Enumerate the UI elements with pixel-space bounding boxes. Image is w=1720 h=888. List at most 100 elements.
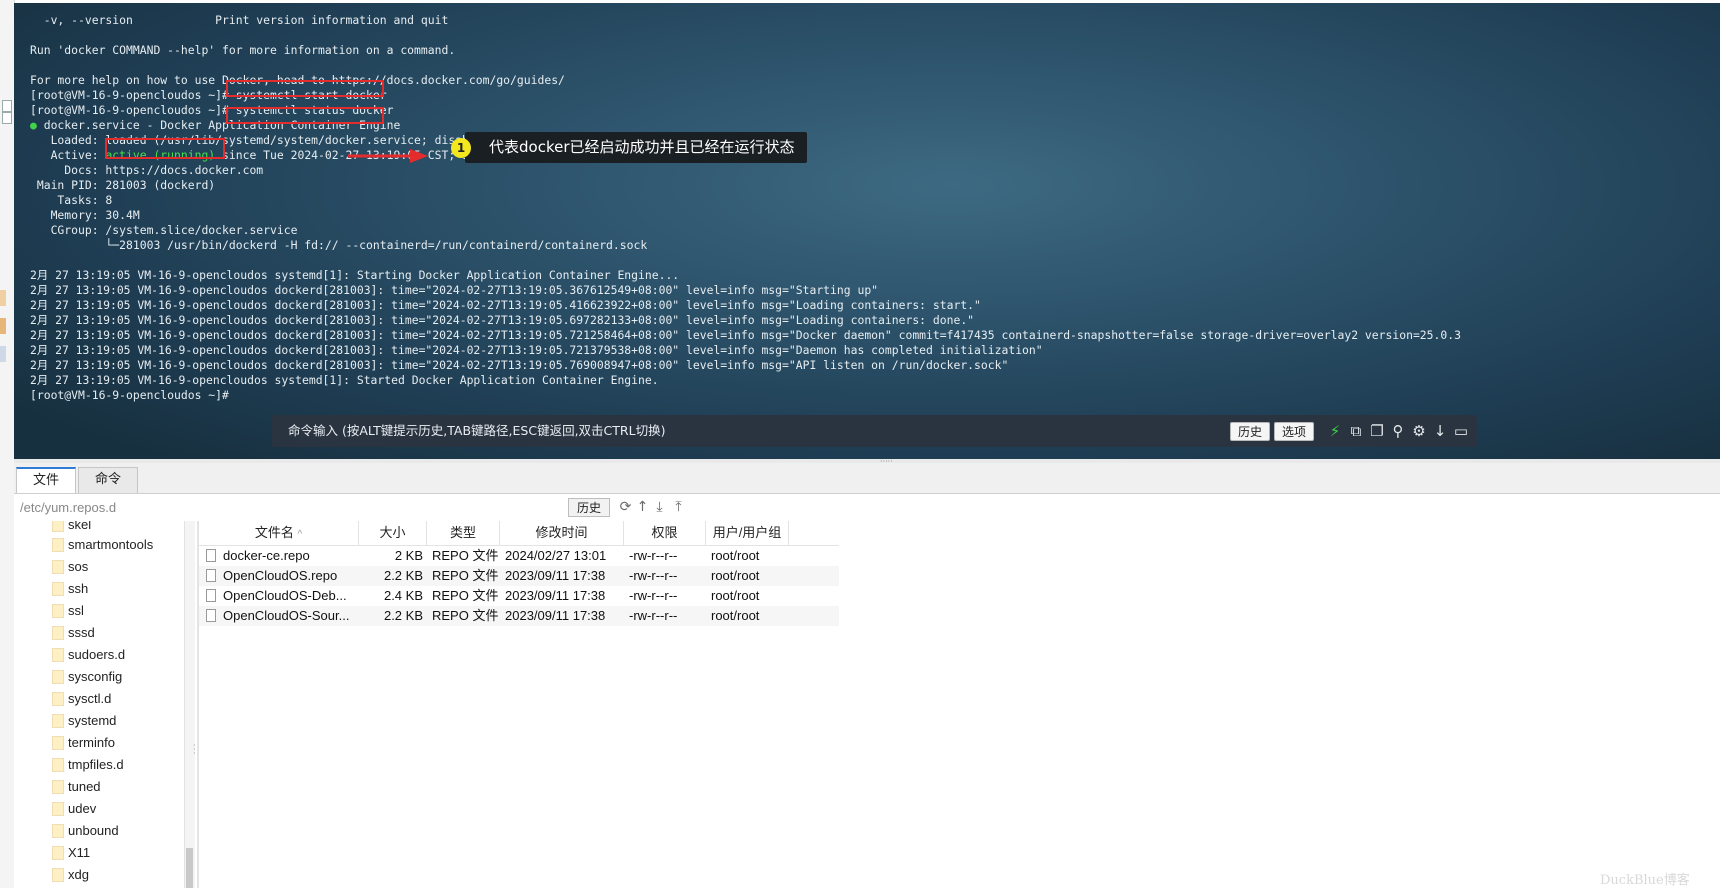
terminal-line: └─281003 /usr/bin/dockerd -H fd:// --con…: [30, 238, 648, 252]
up-dir-icon[interactable]: ↑: [634, 498, 651, 516]
file-icon: [206, 609, 216, 622]
tree-scrollbar-thumb[interactable]: [186, 848, 193, 888]
command-history-button[interactable]: 历史: [1230, 422, 1270, 441]
folder-icon: [52, 670, 64, 684]
watermark: DuckBlue博客: [1600, 873, 1690, 888]
tree-item[interactable]: sos: [52, 557, 88, 577]
path-input[interactable]: [20, 497, 565, 517]
tree-item[interactable]: unbound: [52, 821, 119, 841]
tree-item[interactable]: udev: [52, 799, 96, 819]
folder-icon: [52, 868, 64, 882]
file-row[interactable]: OpenCloudOS-Deb... 2.4 KB REPO 文件 2023/0…: [199, 586, 839, 606]
terminal-line: -v, --version Print version information …: [30, 13, 449, 27]
file-row[interactable]: docker-ce.repo 2 KB REPO 文件 2024/02/27 1…: [199, 546, 839, 566]
folder-icon: [52, 521, 64, 532]
folder-icon: [52, 538, 64, 552]
log-line: 2月 27 13:19:05 VM-16-9-opencloudos docke…: [30, 313, 975, 327]
folder-icon: [52, 604, 64, 618]
column-header-size[interactable]: 大小: [359, 521, 427, 545]
adjacent-window-edge: [0, 0, 15, 888]
terminal-line: CGroup: /system.slice/docker.service: [30, 223, 298, 237]
folder-icon: [52, 846, 64, 860]
refresh-icon[interactable]: ⟳: [617, 498, 634, 516]
edge-thumbnail: [0, 290, 6, 306]
active-prefix: Active:: [30, 148, 106, 162]
file-table[interactable]: 文件名 ^ 大小 类型 修改时间 权限 用户/用户组 docker-ce.rep…: [199, 521, 1720, 888]
folder-icon: [52, 802, 64, 816]
tab-files[interactable]: 文件: [16, 467, 76, 493]
tree-item[interactable]: sudoers.d: [52, 645, 125, 665]
annotation-number-badge: 1: [451, 138, 471, 158]
file-icon: [206, 549, 216, 562]
tree-scrollbar[interactable]: [184, 521, 195, 888]
folder-icon: [52, 560, 64, 574]
column-header-type[interactable]: 类型: [427, 521, 500, 545]
tree-item[interactable]: sssd: [52, 623, 95, 643]
annotation-callout: 代表docker已经启动成功并且已经在运行状态: [465, 132, 807, 163]
download-icon[interactable]: ⤓: [651, 498, 668, 516]
terminal-line: Memory: 30.4M: [30, 208, 140, 222]
column-header-owner[interactable]: 用户/用户组: [706, 521, 789, 545]
terminal-line: Run 'docker COMMAND --help' for more inf…: [30, 43, 456, 57]
lightning-icon[interactable]: ⚡: [1326, 422, 1344, 440]
terminal-line: Main PID: 281003 (dockerd): [30, 178, 216, 192]
tree-item[interactable]: tuned: [52, 777, 101, 797]
paste-icon[interactable]: ❐: [1368, 422, 1386, 440]
terminal-output: -v, --version Print version information …: [30, 13, 1461, 403]
column-header-mtime[interactable]: 修改时间: [500, 521, 624, 545]
tab-commands[interactable]: 命令: [78, 467, 138, 493]
command-input-placeholder[interactable]: 命令输入 (按ALT键提示历史,TAB键路径,ESC键返回,双击CTRL切换): [288, 415, 665, 447]
tree-item[interactable]: sysconfig: [52, 667, 122, 687]
search-icon[interactable]: ⚲: [1389, 422, 1407, 440]
folder-icon: [52, 626, 64, 640]
edge-box: [2, 112, 12, 124]
tree-item[interactable]: X11: [52, 843, 90, 863]
column-header-permissions[interactable]: 权限: [624, 521, 706, 545]
folder-icon: [52, 824, 64, 838]
log-line: 2月 27 13:19:05 VM-16-9-opencloudos docke…: [30, 343, 1043, 357]
file-icon: [206, 569, 216, 582]
command-options-button[interactable]: 选项: [1274, 422, 1314, 441]
folder-icon: [52, 758, 64, 772]
tree-item[interactable]: sysctl.d: [52, 689, 111, 709]
sort-ascending-icon: ^: [297, 529, 303, 540]
tree-item[interactable]: terminfo: [52, 733, 115, 753]
file-row[interactable]: OpenCloudOS.repo 2.2 KB REPO 文件 2023/09/…: [199, 566, 839, 586]
prompt-line[interactable]: [root@VM-16-9-opencloudos ~]#: [30, 388, 1461, 403]
terminal-panel[interactable]: -v, --version Print version information …: [14, 3, 1720, 459]
arrow-icon: [348, 149, 428, 163]
file-row[interactable]: OpenCloudOS-Sour... 2.2 KB REPO 文件 2023/…: [199, 606, 839, 626]
file-icon: [206, 589, 216, 602]
upload-icon[interactable]: ⤒: [670, 498, 687, 516]
window-icon[interactable]: ▭: [1452, 422, 1470, 440]
tree-item[interactable]: ssh: [52, 579, 88, 599]
tree-item[interactable]: xdg: [52, 865, 89, 885]
highlight-status-command: [226, 107, 384, 124]
log-line: 2月 27 13:19:05 VM-16-9-opencloudos docke…: [30, 298, 981, 312]
terminal-line: Docs: https://docs.docker.com: [30, 163, 264, 177]
path-bar: 历史 ⟳ ↑ ⤓ ⤒: [14, 494, 1720, 522]
folder-icon: [52, 714, 64, 728]
copy-icon[interactable]: ⧉: [1347, 422, 1365, 440]
highlight-start-command: [226, 80, 384, 97]
directory-tree[interactable]: skel smartmontools sos ssh ssl sssd sudo…: [14, 521, 197, 888]
log-line: 2月 27 13:19:05 VM-16-9-opencloudos syste…: [30, 373, 659, 387]
path-history-button[interactable]: 历史: [568, 498, 610, 517]
folder-icon: [52, 648, 64, 662]
gear-icon[interactable]: ⚙: [1410, 422, 1428, 440]
command-input-bar[interactable]: 命令输入 (按ALT键提示历史,TAB键路径,ESC键返回,双击CTRL切换) …: [272, 415, 1477, 447]
folder-icon: [52, 582, 64, 596]
tree-item[interactable]: smartmontools: [52, 535, 153, 555]
tree-item[interactable]: ssl: [52, 601, 84, 621]
folder-icon: [52, 736, 64, 750]
tree-item[interactable]: systemd: [52, 711, 116, 731]
edge-thumbnail: [0, 346, 6, 362]
edge-thumbnail: [0, 318, 6, 334]
tree-item[interactable]: skel: [52, 521, 91, 535]
column-header-name[interactable]: 文件名 ^: [199, 521, 359, 545]
tree-item[interactable]: tmpfiles.d: [52, 755, 124, 775]
download-icon[interactable]: ↓: [1431, 422, 1449, 440]
bottom-tab-bar: 文件 命令: [14, 463, 1720, 494]
